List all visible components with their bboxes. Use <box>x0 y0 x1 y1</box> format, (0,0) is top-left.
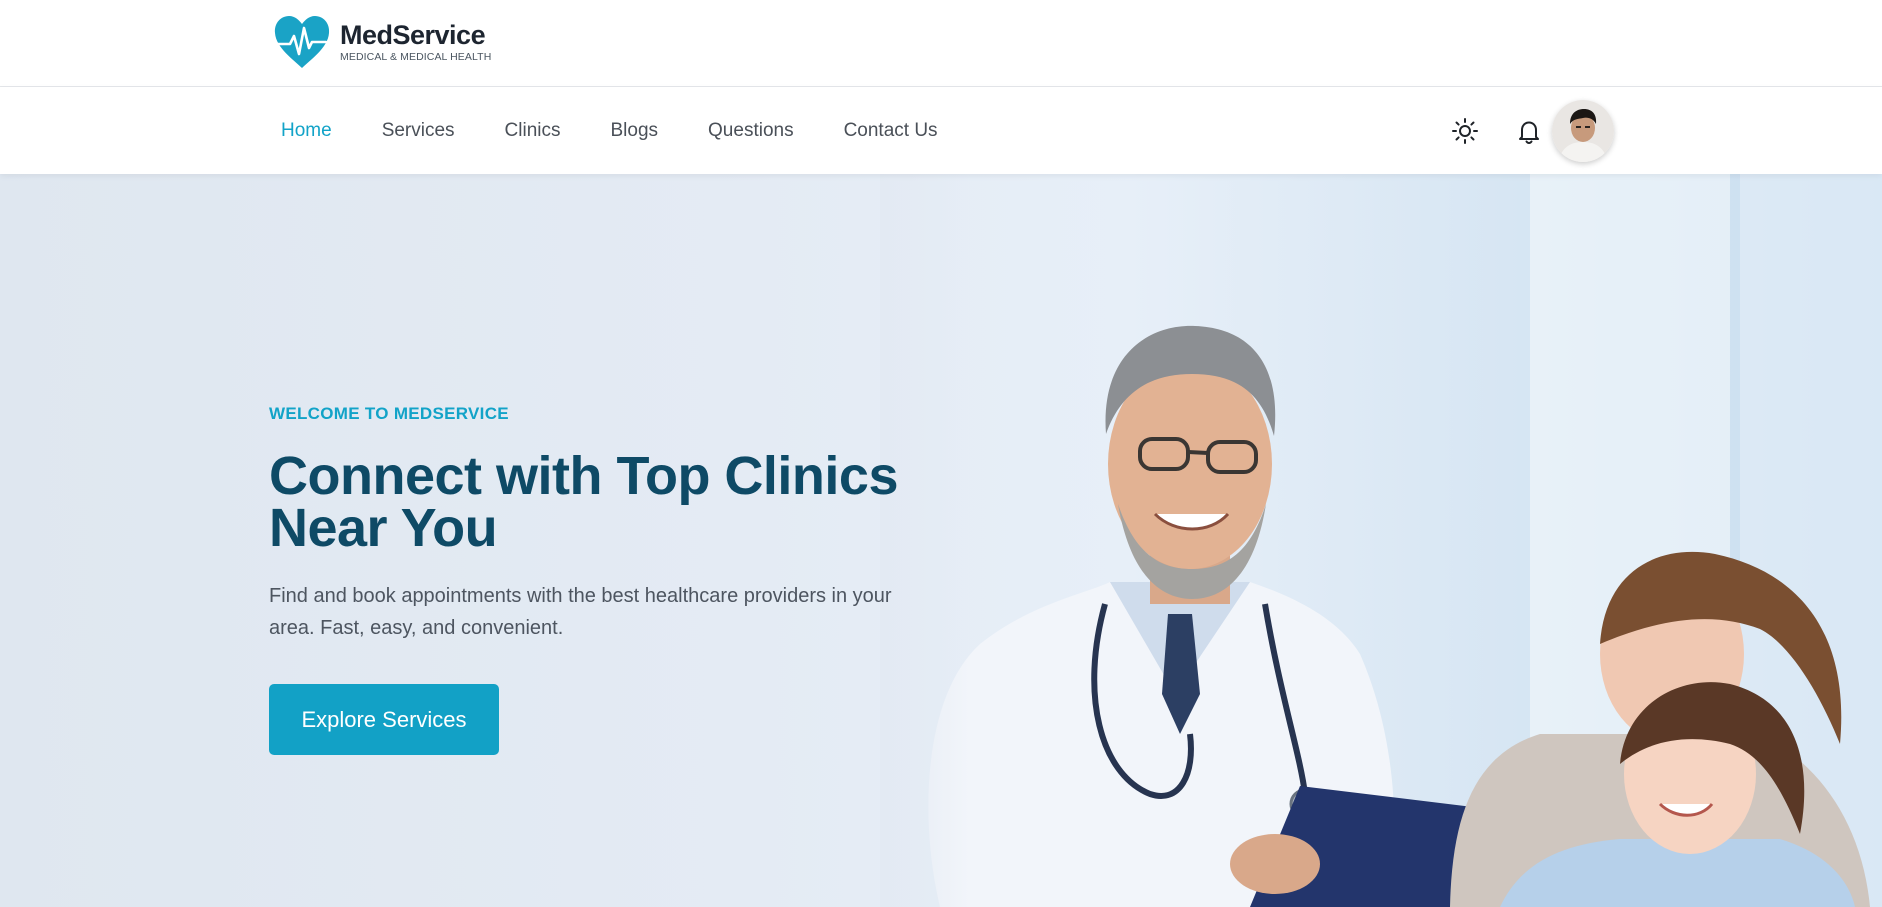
hero-headline-line2: Near You <box>269 498 498 558</box>
nav-item-contact-us[interactable]: Contact Us <box>844 120 938 142</box>
hero-content: WELCOME TO MEDSERVICE Connect with Top C… <box>269 404 949 755</box>
explore-services-button[interactable]: Explore Services <box>269 684 499 755</box>
hero-subtext: Find and book appointments with the best… <box>269 585 892 639</box>
notifications-button[interactable] <box>1512 114 1546 148</box>
nav-item-questions[interactable]: Questions <box>708 120 794 142</box>
theme-toggle-button[interactable] <box>1448 114 1482 148</box>
nav-item-services[interactable]: Services <box>382 120 455 142</box>
avatar-image <box>1552 99 1614 162</box>
nav-item-blogs[interactable]: Blogs <box>611 120 659 142</box>
nav-actions <box>1448 87 1614 174</box>
brand-name: MedService <box>340 20 486 50</box>
user-avatar[interactable] <box>1552 99 1614 162</box>
main-navbar: Home Services Clinics Blogs Questions Co… <box>0 87 1882 174</box>
bell-icon <box>1519 121 1539 144</box>
hero-headline-line1: Connect with Top Clinics <box>269 446 899 506</box>
top-header: MedService MEDICAL & MEDICAL HEALTH <box>0 0 1882 87</box>
nav-item-clinics[interactable]: Clinics <box>505 120 561 142</box>
brand-tagline: MEDICAL & MEDICAL HEALTH <box>340 51 492 63</box>
heart-pulse-icon <box>274 16 330 68</box>
nav-item-home[interactable]: Home <box>281 120 332 142</box>
hero-eyebrow: WELCOME TO MEDSERVICE <box>269 404 509 423</box>
nav-menu: Home Services Clinics Blogs Questions Co… <box>281 87 988 174</box>
hero-section: WELCOME TO MEDSERVICE Connect with Top C… <box>0 174 1882 907</box>
brand-logo[interactable]: MedService MEDICAL & MEDICAL HEALTH <box>272 14 491 70</box>
sun-icon <box>1452 117 1478 144</box>
hero-headline: Connect with Top Clinics Near You <box>269 446 949 558</box>
